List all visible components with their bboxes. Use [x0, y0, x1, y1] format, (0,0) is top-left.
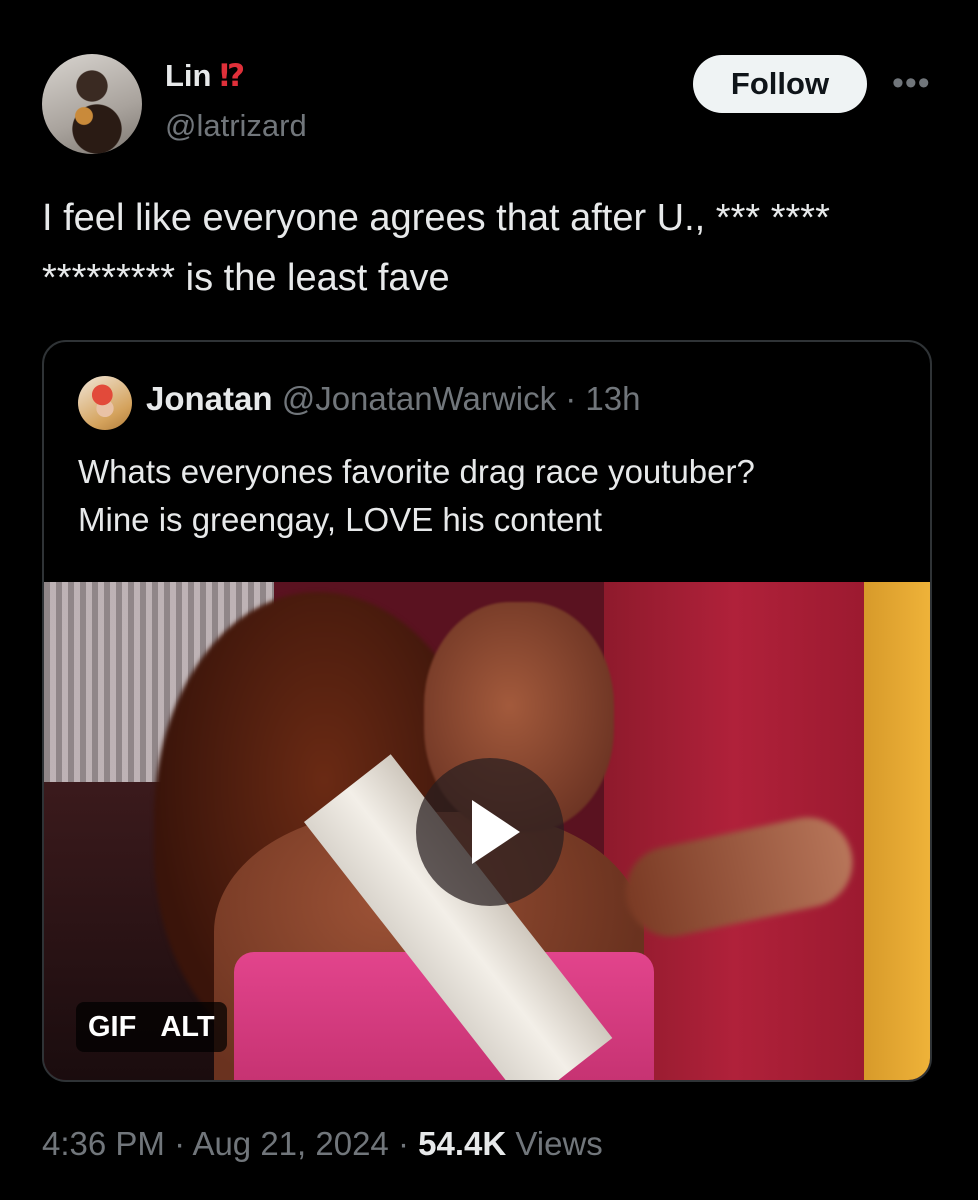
- separator-dot: ·: [397, 1125, 409, 1162]
- quoted-tweet[interactable]: Jonatan @JonatanWarwick · 13h Whats ever…: [42, 340, 932, 1082]
- gif-media[interactable]: GIF ALT: [44, 582, 930, 1080]
- separator-dot: ·: [565, 380, 577, 417]
- quoted-avatar[interactable]: [78, 376, 132, 430]
- views-label: Views: [515, 1125, 603, 1162]
- quoted-text: Whats everyones favorite drag race youtu…: [78, 453, 755, 538]
- views-count: 54.4K: [418, 1125, 507, 1162]
- author-avatar[interactable]: [42, 54, 142, 154]
- quoted-header: Jonatan @JonatanWarwick · 13h: [146, 380, 640, 418]
- play-button[interactable]: [416, 758, 564, 906]
- media-badges: GIF ALT: [76, 1002, 227, 1052]
- gif-badge: GIF: [88, 1011, 137, 1043]
- separator-dot: ·: [174, 1125, 186, 1162]
- quoted-author-handle: @JonatanWarwick: [281, 380, 557, 417]
- author-handle[interactable]: @latrizard: [165, 108, 307, 144]
- exclamation-question-icon: ⁉: [219, 58, 246, 93]
- alt-badge[interactable]: ALT: [148, 1002, 226, 1052]
- tweet-text: I feel like everyone agrees that after U…: [42, 197, 830, 299]
- quoted-author-name[interactable]: Jonatan: [146, 380, 273, 417]
- media-background-panel: [864, 582, 930, 1080]
- follow-button[interactable]: Follow: [693, 55, 867, 113]
- quoted-timestamp[interactable]: 13h: [585, 380, 640, 417]
- play-icon: [472, 800, 520, 864]
- author-name-row[interactable]: Lin ⁉: [165, 58, 246, 94]
- tweet-meta: 4:36 PM · Aug 21, 2024 · 54.4K Views: [42, 1125, 603, 1163]
- more-options-icon[interactable]: •••: [892, 66, 931, 100]
- tweet-date[interactable]: Aug 21, 2024: [192, 1125, 388, 1162]
- author-name[interactable]: Lin: [165, 58, 212, 94]
- tweet-time[interactable]: 4:36 PM: [42, 1125, 165, 1162]
